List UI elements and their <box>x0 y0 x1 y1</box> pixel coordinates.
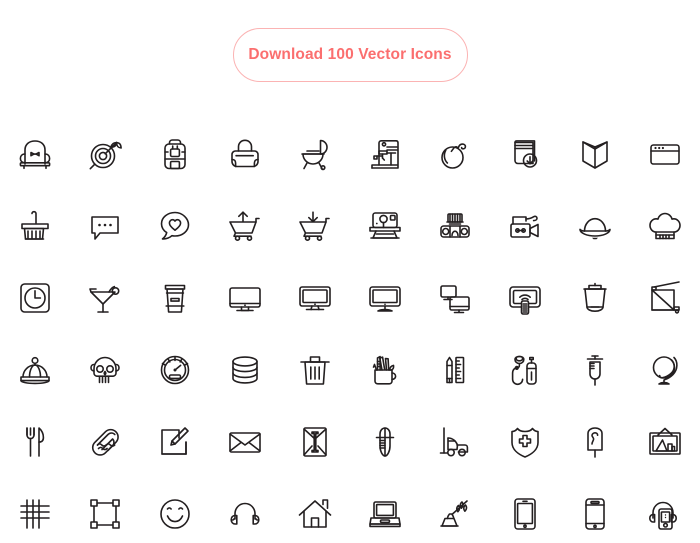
globe-icon[interactable] <box>630 334 700 406</box>
chef-hat-icon[interactable] <box>630 190 700 262</box>
headphones-icon[interactable] <box>210 478 280 543</box>
selection-box-icon[interactable] <box>70 478 140 543</box>
home-icon[interactable] <box>280 478 350 543</box>
speedometer-icon[interactable] <box>140 334 210 406</box>
sewing-machine-icon[interactable] <box>350 118 420 190</box>
medical-shield-icon[interactable] <box>490 406 560 478</box>
fork-knife-icon[interactable] <box>0 406 70 478</box>
book-download-icon[interactable] <box>490 118 560 190</box>
cocktail-glass-icon[interactable] <box>70 262 140 334</box>
dual-screens-icon[interactable] <box>420 262 490 334</box>
browser-window-icon[interactable] <box>630 118 700 190</box>
document-envelope-icon[interactable] <box>280 406 350 478</box>
tablet-icon[interactable] <box>490 478 560 543</box>
smart-tv-remote-icon[interactable] <box>490 262 560 334</box>
open-book-icon[interactable] <box>560 118 630 190</box>
coffee-cup-icon[interactable] <box>140 262 210 334</box>
smartphone-icon[interactable] <box>560 478 630 543</box>
paper-trimmer-icon[interactable] <box>630 262 700 334</box>
cooking-pot-icon[interactable] <box>560 262 630 334</box>
pencil-cup-icon[interactable] <box>350 334 420 406</box>
armchair-icon[interactable] <box>0 118 70 190</box>
target-arrow-icon[interactable] <box>70 118 140 190</box>
framed-picture-icon[interactable] <box>630 406 700 478</box>
imac-monitor-icon[interactable] <box>210 262 280 334</box>
video-camera-icon[interactable] <box>490 190 560 262</box>
smiley-face-icon[interactable] <box>140 478 210 543</box>
pencil-ruler-icon[interactable] <box>420 334 490 406</box>
cta-section: Download 100 Vector Icons <box>0 0 700 110</box>
heart-bubble-icon[interactable] <box>140 190 210 262</box>
grid-icon[interactable] <box>0 478 70 543</box>
hot-dog-icon[interactable] <box>70 406 140 478</box>
forklift-icon[interactable] <box>420 406 490 478</box>
cart-upload-icon[interactable] <box>210 190 280 262</box>
envelope-icon[interactable] <box>210 406 280 478</box>
backpack-icon[interactable] <box>140 118 210 190</box>
diving-gear-icon[interactable] <box>490 334 560 406</box>
download-vector-icons-button[interactable]: Download 100 Vector Icons <box>232 28 468 82</box>
quill-inkwell-icon[interactable] <box>420 478 490 543</box>
desktop-display-icon[interactable] <box>350 262 420 334</box>
trash-can-icon[interactable] <box>280 334 350 406</box>
edit-note-icon[interactable] <box>140 406 210 478</box>
icon-pack-page: Download 100 Vector Icons <box>0 0 700 543</box>
syringe-icon[interactable] <box>560 334 630 406</box>
crown-icon[interactable] <box>0 334 70 406</box>
popsicle-icon[interactable] <box>560 406 630 478</box>
bowler-hat-icon[interactable] <box>560 190 630 262</box>
mp3-player-icon[interactable] <box>630 478 700 543</box>
boombox-icon[interactable] <box>420 190 490 262</box>
clock-icon[interactable] <box>0 262 70 334</box>
database-icon[interactable] <box>210 334 280 406</box>
duffel-bag-icon[interactable] <box>210 118 280 190</box>
skull-icon[interactable] <box>70 334 140 406</box>
bbq-grill-icon[interactable] <box>280 118 350 190</box>
laptop-icon[interactable] <box>350 478 420 543</box>
computer-monitor-icon[interactable] <box>280 262 350 334</box>
bomb-icon[interactable] <box>420 118 490 190</box>
chat-bubble-icon[interactable] <box>70 190 140 262</box>
pen-nib-icon[interactable] <box>350 406 420 478</box>
instant-camera-icon[interactable] <box>350 190 420 262</box>
cart-download-icon[interactable] <box>280 190 350 262</box>
paint-brush-icon[interactable] <box>0 190 70 262</box>
download-button-label: Download 100 Vector Icons <box>248 46 452 63</box>
icon-grid <box>0 118 700 543</box>
